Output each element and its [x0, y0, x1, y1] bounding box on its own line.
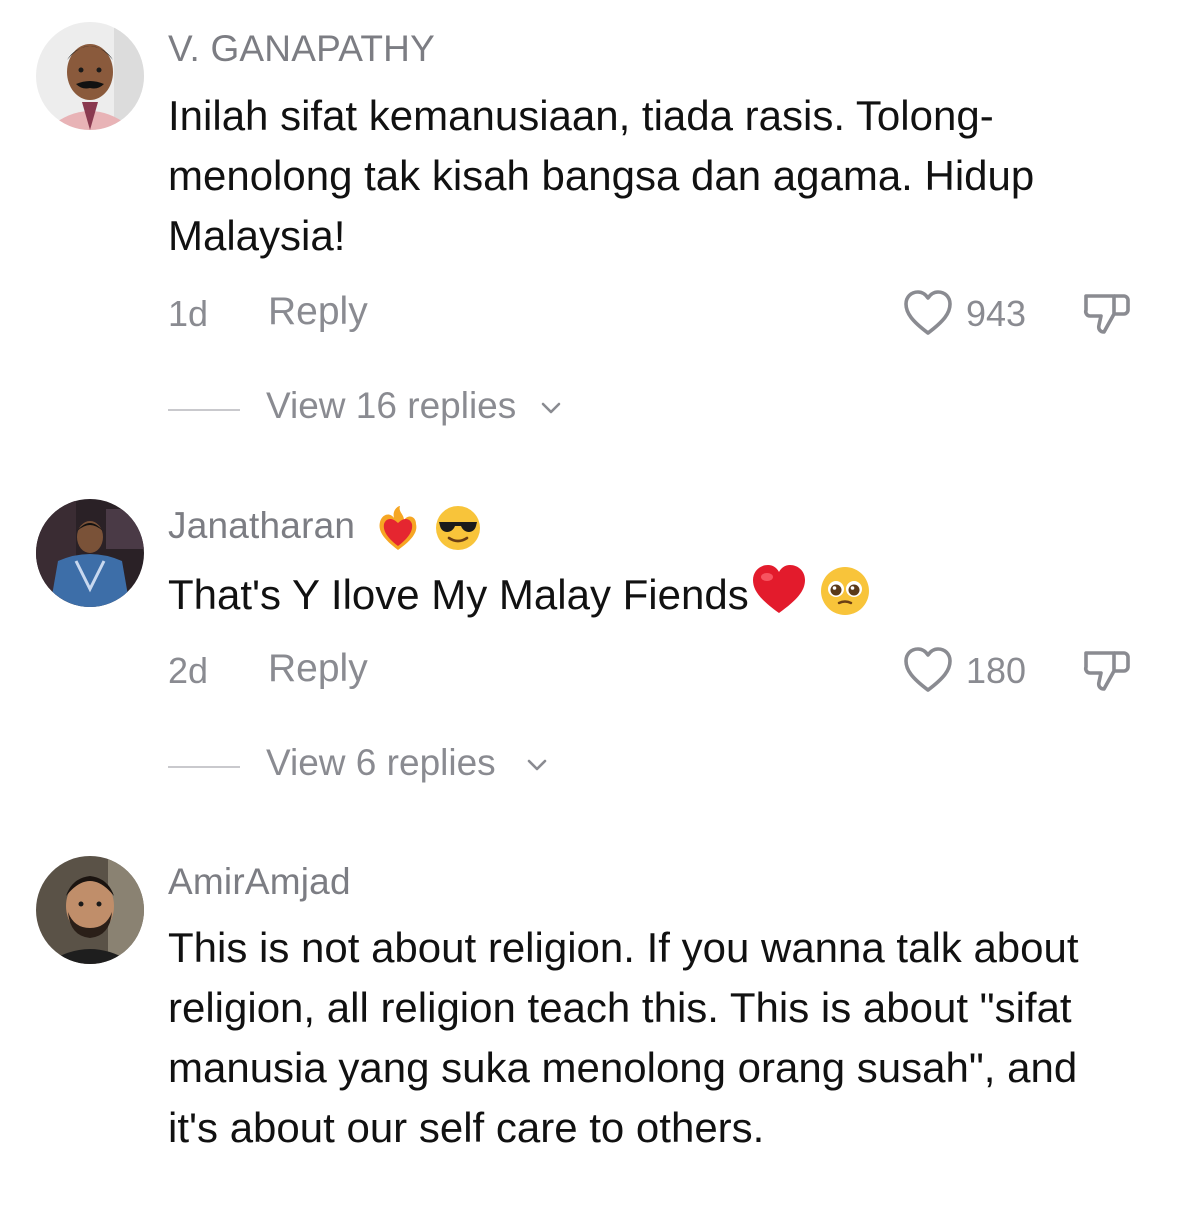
pleading-face-emoji-icon — [820, 567, 869, 615]
chevron-down-icon — [541, 402, 561, 414]
heart-on-fire-emoji-icon — [379, 506, 417, 550]
reply-button[interactable]: Reply — [268, 647, 368, 691]
username[interactable]: AmirAmjad — [168, 861, 351, 903]
comment-age: 2d — [168, 650, 209, 691]
divider-line — [168, 766, 240, 768]
like-count: 180 — [966, 650, 1027, 691]
like-count: 943 — [966, 293, 1027, 334]
view-replies-button[interactable]: View 6 replies — [168, 742, 768, 792]
username-label: Janatharan — [168, 504, 356, 546]
comment-text-label: That's Y Ilove My Malay Fiends — [168, 571, 749, 618]
comment-text: Inilah sifat kemanusiaan, tiada rasis. T… — [168, 92, 1035, 259]
view-replies-button[interactable]: View 16 replies — [168, 385, 768, 435]
chevron-down-icon — [527, 759, 547, 771]
view-replies-label: View 16 replies — [266, 385, 517, 426]
view-replies-label: View 6 replies — [266, 742, 496, 783]
username[interactable]: V. GANAPATHY — [168, 28, 435, 70]
dislike-icon[interactable] — [1080, 288, 1132, 338]
sunglasses-emoji-icon — [436, 506, 481, 550]
avatar[interactable] — [36, 499, 144, 607]
dislike-icon[interactable] — [1080, 645, 1132, 695]
avatar-man-beard-icon — [36, 856, 144, 964]
divider-line — [168, 409, 240, 411]
avatar[interactable] — [36, 22, 144, 130]
avatar-man-mustache-icon — [36, 22, 144, 130]
reply-button[interactable]: Reply — [268, 290, 368, 334]
comment-text: This is not about religion. If you wanna… — [168, 924, 1079, 1151]
heart-icon[interactable] — [902, 645, 954, 695]
heart-icon[interactable] — [902, 288, 954, 338]
username[interactable]: Janatharan — [168, 504, 482, 552]
avatar[interactable] — [36, 856, 144, 964]
comment-age: 1d — [168, 293, 209, 334]
comment-text: That's Y Ilove My Malay Fiends — [168, 563, 1128, 625]
red-heart-emoji-icon — [752, 565, 805, 613]
avatar-man-blue-jacket-icon — [36, 499, 144, 607]
